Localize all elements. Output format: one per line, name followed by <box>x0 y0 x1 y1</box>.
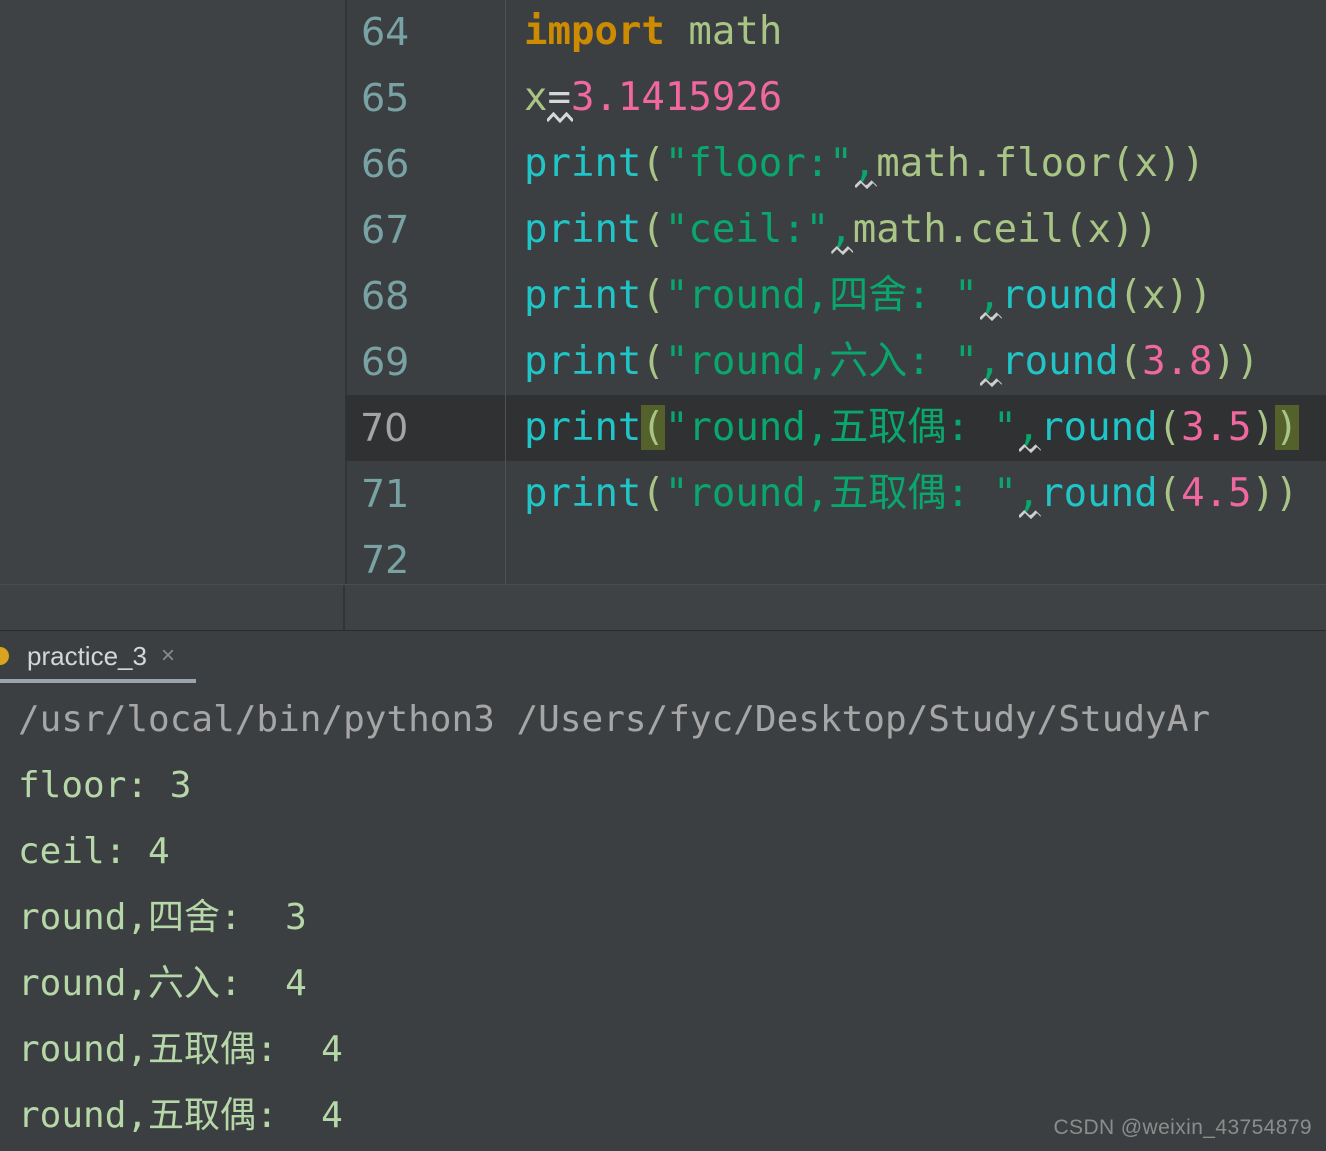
code-token: )) <box>1165 273 1213 318</box>
code-line-content: print("round,四舍: ",round(x)) <box>506 263 1213 329</box>
editor-bottom-strip-left <box>0 585 345 630</box>
console-output-line: ceil: 4 <box>18 831 170 872</box>
code-token: "round,六入: " <box>664 339 978 384</box>
code-line-66[interactable]: print("floor:",math.floor(x)) <box>506 131 1326 197</box>
code-token: ( <box>641 141 665 186</box>
code-token: round <box>1001 339 1119 384</box>
code-token: ( <box>641 405 665 450</box>
line-number-68[interactable]: 68 <box>347 263 487 329</box>
code-token: = <box>547 65 570 131</box>
code-token: ( <box>641 471 665 516</box>
code-token: x <box>524 75 548 120</box>
code-token: ( <box>641 273 665 318</box>
code-token: print <box>524 207 642 252</box>
code-token: )) <box>1212 339 1260 384</box>
code-token: print <box>524 273 642 318</box>
code-line-content: print("round,五取偶: ",round(4.5)) <box>506 461 1299 527</box>
watermark-label: CSDN @weixin_43754879 <box>1053 1116 1312 1139</box>
code-line-68[interactable]: print("round,四舍: ",round(x)) <box>506 263 1326 329</box>
code-token: , <box>1017 461 1040 527</box>
console-output-line: round,六入: 4 <box>18 963 307 1004</box>
line-number-64[interactable]: 64 <box>347 0 487 65</box>
line-number-71[interactable]: 71 <box>347 461 487 527</box>
line-number-66[interactable]: 66 <box>347 131 487 197</box>
code-line-70[interactable]: print("round,五取偶: ",round(3.5)) <box>506 395 1326 461</box>
code-token: "round,五取偶: " <box>664 405 1017 450</box>
code-line-content: import math <box>506 0 782 65</box>
line-number-69[interactable]: 69 <box>347 329 487 395</box>
code-token: , <box>978 263 1001 329</box>
code-token: math.floor <box>876 141 1112 186</box>
code-token: ( <box>641 339 665 384</box>
code-token: round <box>1001 273 1119 318</box>
editor-bottom-strip <box>0 584 1326 630</box>
code-token: ( <box>641 207 665 252</box>
code-token: math <box>688 9 783 54</box>
console-output-line: round,五取偶: 4 <box>18 1029 343 1070</box>
console-command-line: /usr/local/bin/python3 /Users/fyc/Deskto… <box>18 699 1211 740</box>
code-token: , <box>853 131 876 197</box>
code-line-69[interactable]: print("round,六入: ",round(3.8)) <box>506 329 1326 395</box>
code-editor-pane: 64 65 66 67 68 69 70 71 72 import math x=3.141592… <box>0 0 1326 632</box>
code-token: ( <box>1118 339 1143 384</box>
console-tab-bar: practice_3 × <box>0 631 1326 683</box>
line-number-65[interactable]: 65 <box>347 65 487 131</box>
code-token: "ceil:" <box>664 207 830 252</box>
line-number-70[interactable]: 70 <box>346 395 505 461</box>
code-token: 3.8 <box>1142 339 1213 384</box>
code-token: ) <box>1251 405 1276 450</box>
console-tab-label: practice_3 <box>27 640 147 671</box>
code-line-71[interactable]: print("round,五取偶: ",round(4.5)) <box>506 461 1326 527</box>
code-token: round <box>1040 471 1158 516</box>
code-line-content: print("ceil:",math.ceil(x)) <box>506 197 1158 263</box>
code-line-content: print("round,五取偶: ",round(3.5)) <box>506 395 1299 461</box>
code-line-67[interactable]: print("ceil:",math.ceil(x)) <box>506 197 1326 263</box>
code-token: import <box>524 9 665 54</box>
code-line-65[interactable]: x=3.1415926 <box>506 65 1326 131</box>
code-text-area[interactable]: import math x=3.1415926 print("floor:",mat… <box>506 0 1326 584</box>
code-token: math.ceil <box>852 207 1065 252</box>
run-console-pane: practice_3 × /usr/local/bin/python3 /Use… <box>0 630 1326 1151</box>
code-token: print <box>524 339 642 384</box>
editor-gutter[interactable]: 64 65 66 67 68 69 70 71 72 <box>346 0 506 584</box>
code-token: ) <box>1275 405 1299 450</box>
code-token: 3.5 <box>1181 405 1252 450</box>
code-token: (x)) <box>1111 141 1205 186</box>
code-line-64[interactable]: import math <box>506 0 1326 65</box>
code-token: "round,五取偶: " <box>664 471 1017 516</box>
code-token: 3.1415926 <box>570 75 783 120</box>
code-token: x <box>1142 273 1166 318</box>
code-token: ( <box>1157 471 1182 516</box>
console-tab-practice-3[interactable]: practice_3 × <box>0 631 175 681</box>
code-token: , <box>829 197 852 263</box>
code-token: "round,四舍: " <box>664 273 978 318</box>
console-output-line: round,四舍: 3 <box>18 897 307 938</box>
code-token: "floor:" <box>664 141 853 186</box>
code-line-content: x=3.1415926 <box>506 65 782 131</box>
code-token: round <box>1040 405 1158 450</box>
code-line-content: print("round,六入: ",round(3.8)) <box>506 329 1260 395</box>
code-token: )) <box>1251 471 1299 516</box>
line-number-67[interactable]: 67 <box>347 197 487 263</box>
code-token: print <box>524 141 642 186</box>
code-token: , <box>978 329 1001 395</box>
editor-left-blank-area <box>0 0 345 584</box>
code-token: (x)) <box>1064 207 1158 252</box>
code-token: , <box>1017 395 1040 461</box>
code-token: ( <box>1157 405 1182 450</box>
run-status-dot-icon <box>0 647 9 665</box>
code-token: ( <box>1118 273 1143 318</box>
code-token: print <box>524 471 642 516</box>
console-output-area[interactable]: /usr/local/bin/python3 /Users/fyc/Deskto… <box>0 683 1326 1151</box>
close-icon[interactable]: × <box>161 644 175 668</box>
code-line-content: print("floor:",math.floor(x)) <box>506 131 1205 197</box>
code-token: 4.5 <box>1181 471 1252 516</box>
code-token: print <box>524 405 642 450</box>
console-output-line: floor: 3 <box>18 765 192 806</box>
